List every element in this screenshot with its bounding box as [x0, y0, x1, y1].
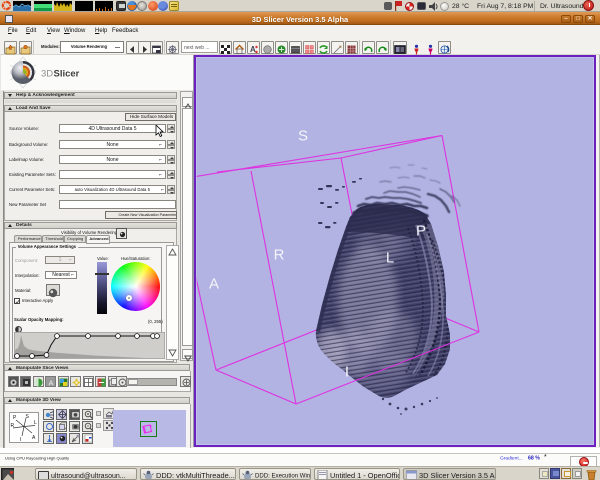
svg-text:L: L [386, 250, 394, 267]
svg-text:P: P [416, 223, 426, 240]
svg-text:L: L [34, 420, 37, 426]
svg-text:R: R [274, 247, 285, 264]
svg-text:S: S [298, 128, 308, 145]
svg-text:I: I [20, 437, 21, 442]
svg-text:A: A [48, 378, 53, 387]
svg-text:I: I [345, 364, 349, 381]
svg-text:A: A [250, 45, 256, 54]
svg-text:3D: 3D [41, 69, 53, 80]
svg-text:S: S [26, 414, 30, 420]
svg-text:A: A [209, 276, 219, 293]
svg-text:A: A [32, 435, 36, 441]
svg-text:R: R [11, 423, 15, 429]
svg-text:Slicer: Slicer [54, 69, 80, 80]
